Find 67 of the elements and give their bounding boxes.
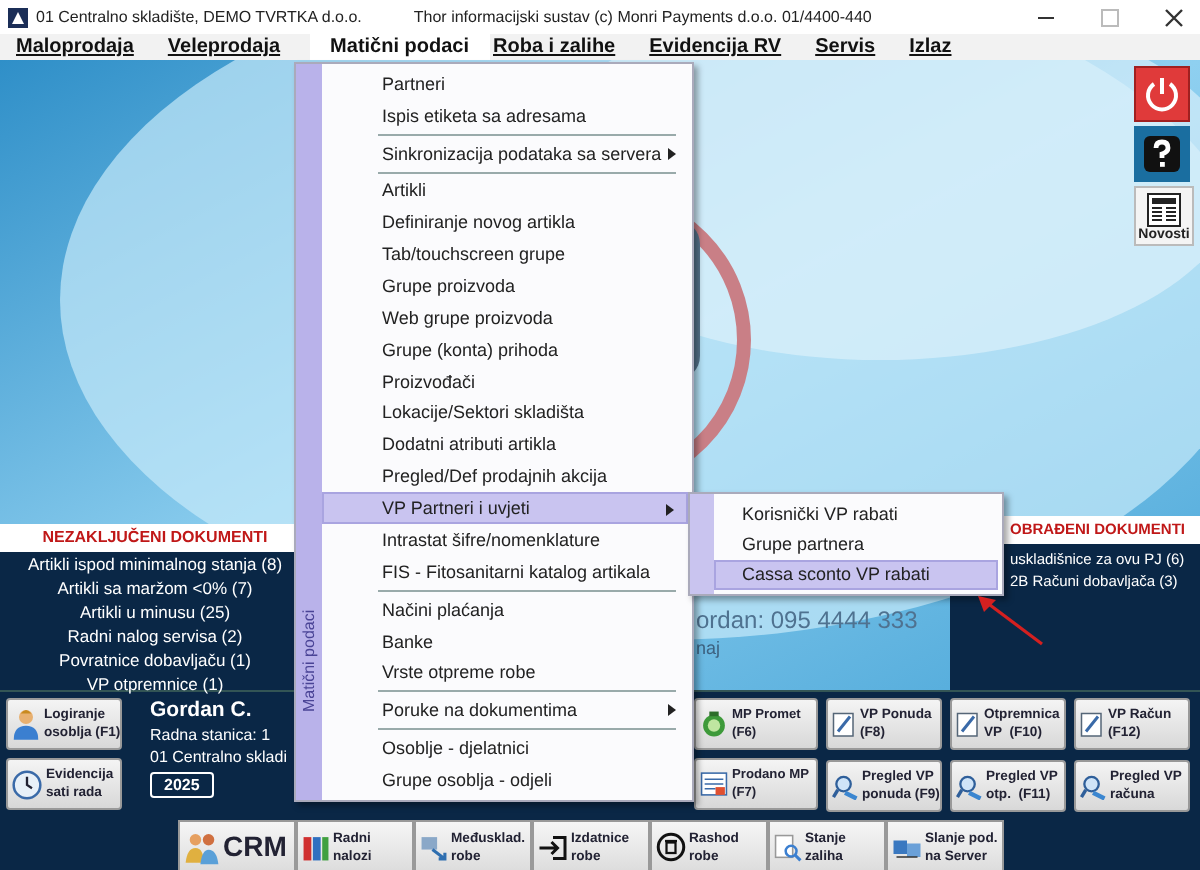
menu-item[interactable]: Ispis etiketa sa adresama	[326, 99, 688, 132]
menu-item[interactable]: VP Partneri i uvjeti	[322, 492, 688, 525]
document-icon	[1080, 710, 1104, 738]
search-icon	[832, 773, 858, 799]
menu-item[interactable]: Partneri	[326, 68, 688, 100]
workstation-text: Radna stanica: 1	[150, 726, 271, 744]
exit-arrow-icon	[537, 833, 567, 861]
people-icon	[183, 829, 219, 865]
power-icon	[1142, 74, 1182, 114]
menu-item[interactable]: Korisnički VP rabati	[718, 498, 998, 529]
menu-item[interactable]: Maloprodaja	[12, 34, 164, 60]
menu-item[interactable]: Web grupe proizvoda	[326, 301, 688, 334]
help-icon	[1142, 134, 1182, 174]
menu-item[interactable]: Servis	[811, 34, 906, 60]
menu-item[interactable]: Cassa sconto VP rabati	[714, 559, 998, 590]
binders-icon	[301, 833, 329, 861]
menu-item[interactable]: Banke	[326, 625, 688, 657]
power-button[interactable]	[1134, 66, 1190, 122]
crm-button[interactable]: CRM	[177, 820, 295, 870]
help-button[interactable]	[1134, 126, 1190, 182]
receipt-icon	[700, 770, 728, 798]
menu-item[interactable]: Matični podaci	[310, 34, 489, 60]
menu-item[interactable]: Vrste otpreme robe	[326, 656, 688, 689]
menu-item[interactable]: Grupe partnera	[718, 528, 998, 560]
close-icon[interactable]	[1164, 7, 1184, 27]
person-icon	[12, 708, 40, 740]
window-subtitle: 01 Centralno skladište, DEMO TVRTKA d.o.o.	[36, 8, 362, 26]
annotation-arrow	[976, 594, 1044, 646]
menu-item[interactable]: Intrastat šifre/nomenklature	[326, 524, 688, 556]
document-icon	[832, 710, 856, 738]
menu-item[interactable]: Izlaz	[905, 34, 982, 60]
menu-item[interactable]: Tab/touchscreen grupe	[326, 238, 688, 271]
search-icon	[956, 773, 982, 799]
menu-item[interactable]: Artikli	[326, 175, 688, 207]
search-icon	[1080, 773, 1106, 799]
newspaper-icon	[1144, 191, 1184, 227]
user-name: Gordan C.	[150, 698, 252, 722]
app-icon	[8, 7, 28, 27]
menu-item[interactable]: Poruke na dokumentima	[326, 694, 688, 727]
computers-icon	[891, 835, 921, 859]
menu-caption: Matični podaci	[298, 609, 320, 712]
menu-item[interactable]: Proizvođači	[326, 365, 688, 398]
menu-item[interactable]: Lokacije/Sektori skladišta	[326, 397, 688, 429]
menu-item[interactable]: Načini plaćanja	[326, 593, 688, 626]
menu-item[interactable]: Grupe (konta) prihoda	[326, 333, 688, 366]
year-badge[interactable]: 2025	[150, 772, 214, 798]
money-bag-icon	[700, 710, 728, 738]
menu-item[interactable]: Roba i zalihe	[489, 34, 646, 60]
menu-item[interactable]: Veleprodaja	[163, 34, 311, 60]
trash-icon	[655, 832, 685, 862]
background-text: naj	[696, 638, 721, 658]
submenu-strip	[690, 494, 714, 594]
menu-item[interactable]: Definiranje novog artikla	[326, 206, 688, 239]
search-document-icon	[773, 833, 801, 861]
menu-item[interactable]: FIS - Fitosanitarni katalog artikala	[326, 555, 688, 588]
transfer-icon	[419, 833, 447, 861]
menu-item[interactable]: Osoblje - djelatnici	[326, 732, 688, 764]
window-title: Thor informacijski sustav (c) Monri Payments d.o.o. 01/4400-440	[413, 8, 872, 26]
menu-item[interactable]: Pregled/Def prodajnih akcija	[326, 460, 688, 493]
document-icon	[956, 710, 980, 738]
warehouse-text: 01 Centralno skladi	[150, 748, 287, 766]
menu-item[interactable]: Dodatni atributi artikla	[326, 428, 688, 461]
menu-item[interactable]: Sinkronizacija podataka sa servera	[326, 137, 688, 170]
menu-item[interactable]: Evidencija RV	[645, 34, 812, 60]
menu-item[interactable]: Grupe osoblja - odjeli	[326, 763, 688, 796]
menu-item[interactable]: Grupe proizvoda	[326, 270, 688, 302]
clock-icon	[12, 769, 42, 799]
